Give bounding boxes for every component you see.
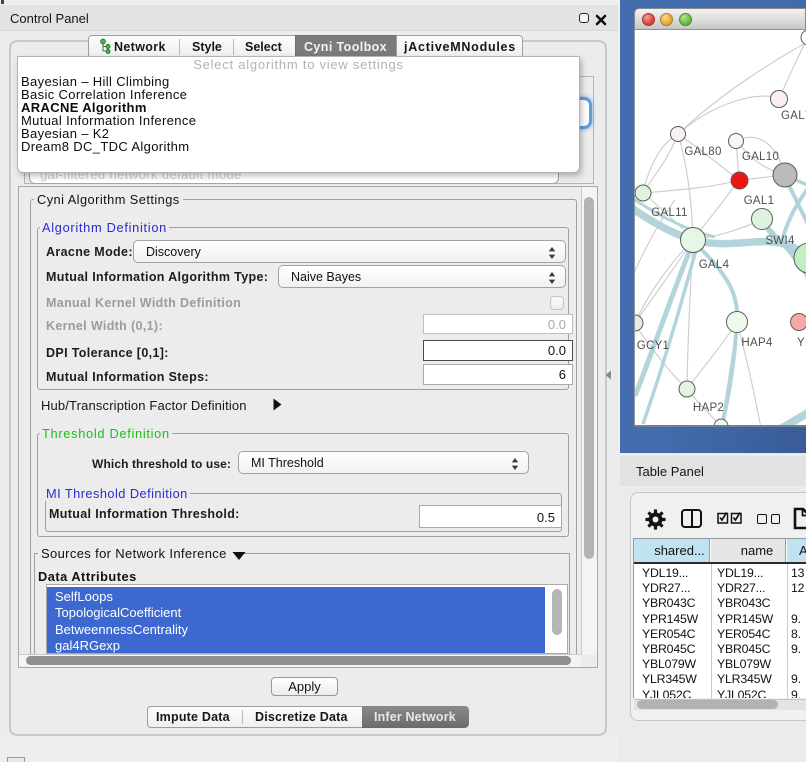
svg-text:SWI4: SWI4	[765, 235, 795, 247]
svg-text:HAP2: HAP2	[693, 402, 724, 414]
svg-text:HAP4: HAP4	[741, 337, 773, 349]
svg-text:GCY1: GCY1	[637, 340, 670, 352]
svg-text:GAL11: GAL11	[651, 207, 687, 219]
svg-text:GAL7: GAL7	[781, 110, 806, 122]
svg-text:GAL10: GAL10	[742, 151, 779, 163]
svg-text:GAL1: GAL1	[744, 195, 775, 207]
svg-text:GAL80: GAL80	[684, 146, 721, 158]
svg-text:YM: YM	[797, 337, 806, 349]
svg-text:GAL4: GAL4	[699, 259, 730, 271]
